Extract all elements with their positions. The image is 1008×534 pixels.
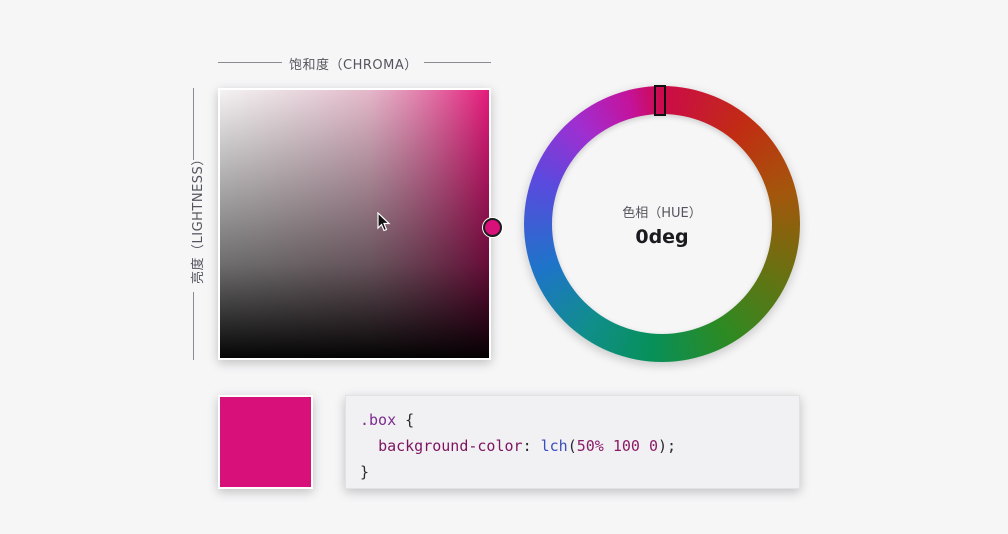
chroma-axis-line-left (218, 62, 282, 63)
code-open-brace: { (405, 411, 415, 429)
hue-label: 色相（HUE） (622, 206, 702, 221)
chroma-axis-label: 饱和度（CHROMA） (289, 58, 418, 73)
code-close-brace: } (360, 463, 370, 481)
css-code-block: .box { background-color: lch(50% 100 0);… (345, 395, 800, 489)
code-colon: : (522, 437, 532, 455)
hue-value: 0deg (635, 226, 689, 248)
circle-handle-icon[interactable] (483, 218, 502, 237)
color-swatch (218, 395, 313, 489)
code-lightness: 50% (576, 437, 604, 455)
chroma-axis-line-right (424, 62, 491, 63)
code-function: lch (540, 437, 568, 455)
lightness-axis-label: 亮度（LIGHTNESS） (191, 152, 206, 284)
code-close-paren: ); (658, 437, 677, 455)
mouse-pointer-icon (377, 212, 391, 232)
lightness-axis-line-top (193, 88, 194, 160)
rect-handle-icon[interactable] (654, 85, 666, 116)
lightness-axis-line-bottom (193, 292, 194, 360)
code-property: background-color (378, 437, 523, 455)
code-line-1: .box { (360, 407, 785, 433)
code-chroma: 100 (612, 437, 640, 455)
chroma-lightness-picker[interactable] (218, 88, 502, 360)
code-line-2: background-color: lch(50% 100 0); (360, 433, 785, 459)
hue-wheel-center (552, 114, 772, 334)
code-open-paren: ( (567, 437, 577, 455)
hue-wheel[interactable]: 色相（HUE） 0deg (524, 85, 800, 362)
code-hue: 0 (649, 437, 659, 455)
code-line-3: } (360, 459, 785, 485)
code-selector: .box (360, 411, 397, 429)
